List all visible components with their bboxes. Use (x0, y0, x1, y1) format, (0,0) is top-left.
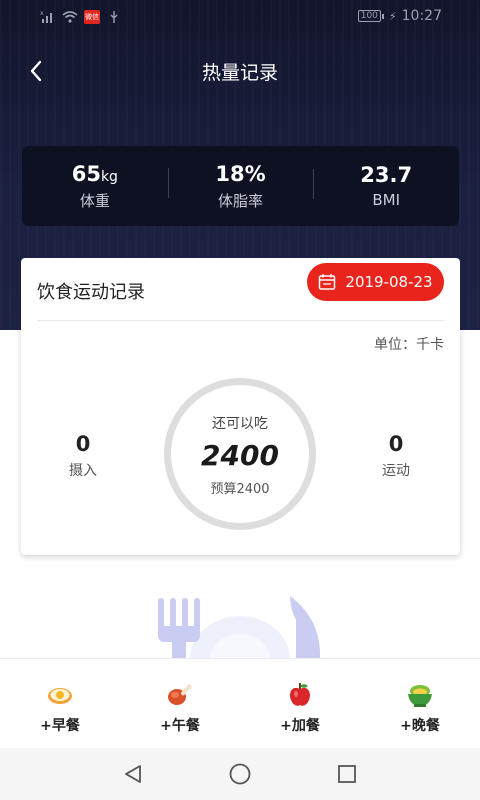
apple-icon (290, 683, 310, 706)
stat-body-fat: 18% 体脂率 (167, 161, 314, 211)
add-breakfast-button[interactable]: +早餐 (0, 659, 120, 748)
exercise-stat: 0 运动 (356, 432, 436, 480)
intake-stat: 0 摄入 (43, 432, 123, 480)
system-nav-bar (0, 748, 480, 800)
page-title: 热量记录 (201, 62, 278, 84)
stat-bmi-value: 23.7 (360, 163, 413, 187)
add-dinner-button[interactable]: +晚餐 (360, 659, 480, 748)
budget-label: 预算2400 (210, 482, 270, 497)
add-lunch-label: +午餐 (160, 718, 200, 734)
stat-weight-value: 65 (71, 161, 101, 186)
exercise-label: 运动 (382, 463, 410, 479)
system-home-button[interactable] (220, 754, 260, 794)
add-lunch-button[interactable]: +午餐 (120, 659, 240, 748)
remaining-label: 还可以吃 (212, 416, 268, 432)
stat-bmi: 23.7 BMI (313, 163, 459, 209)
add-breakfast-label: +早餐 (40, 718, 80, 734)
battery-level: 100 (357, 10, 381, 22)
stat-weight: 65kg 体重 (22, 162, 168, 211)
empty-plate-illustration (158, 596, 321, 660)
body-stats-card: 65kg 体重 18% 体脂率 23.7 BMI (22, 146, 459, 226)
svg-text:x: x (40, 10, 44, 17)
record-title: 饮食运动记录 (37, 282, 145, 303)
system-recents-button[interactable] (327, 754, 367, 794)
drumstick-icon (168, 684, 192, 705)
calorie-remaining-ring: 还可以吃 2400 预算2400 (164, 378, 316, 530)
add-dinner-label: +晚餐 (400, 718, 440, 734)
unit-label: 单位：千卡 (374, 337, 444, 353)
date-label: 2019-08-23 (345, 273, 433, 291)
usb-icon (110, 11, 118, 23)
remaining-value: 2400 (201, 439, 279, 472)
circle-home-icon (229, 763, 251, 785)
status-time: 10:27 (401, 8, 442, 24)
signal-icon: x (40, 10, 52, 23)
status-bar: x 微信 100 ⚡ 10:27 (0, 0, 480, 36)
divider (37, 320, 444, 321)
stat-weight-label: 体重 (79, 191, 110, 210)
noodle-bowl-icon (408, 685, 432, 707)
notification-badge: 微信 (84, 10, 100, 24)
intake-label: 摄入 (69, 463, 97, 479)
wifi-icon (62, 11, 78, 23)
calendar-icon (319, 274, 336, 290)
square-recents-icon (337, 765, 356, 783)
status-left: x 微信 (40, 9, 122, 25)
stat-body-fat-label: 体脂率 (218, 191, 264, 210)
stat-body-fat-value: 18% (215, 161, 266, 186)
add-snack-label: +加餐 (280, 718, 320, 734)
add-snack-button[interactable]: +加餐 (240, 659, 360, 748)
status-right: 100 ⚡ 10:27 (357, 8, 442, 24)
stat-bmi-label: BMI (372, 191, 400, 209)
intake-value: 0 (75, 432, 91, 456)
nav-bar: 热量记录 (0, 46, 480, 96)
diet-exercise-record-card: 饮食运动记录 2019-08-23 单位：千卡 0 摄入 还可以吃 2400 预… (21, 258, 460, 555)
system-back-button[interactable] (113, 754, 153, 794)
date-picker-button[interactable]: 2019-08-23 (307, 263, 444, 301)
triangle-back-icon (125, 765, 142, 783)
exercise-value: 0 (388, 432, 404, 456)
charging-icon: ⚡ (388, 9, 397, 23)
battery-icon: 100 (357, 10, 384, 22)
add-meal-bar: +早餐 +午餐 +加餐 +晚餐 (0, 658, 480, 748)
stat-weight-unit: kg (100, 168, 118, 185)
egg-icon (48, 688, 72, 704)
